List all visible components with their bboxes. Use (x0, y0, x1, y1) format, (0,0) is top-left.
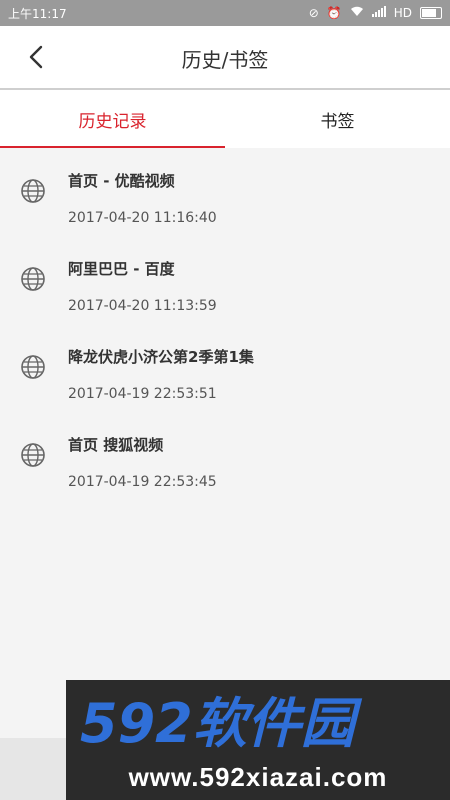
alarm-icon: ⏰ (326, 5, 342, 20)
globe-icon (21, 355, 45, 379)
history-item-time: 2017-04-19 22:53:51 (68, 386, 217, 402)
history-item-title: 降龙伏虎小济公第2季第1集 (68, 348, 254, 366)
watermark-logo-text: 592软件园 (80, 694, 363, 750)
battery-icon (420, 6, 442, 19)
status-icons: ⊘ ⏰ HD (309, 5, 442, 20)
app-bar: 历史/书签 (0, 26, 450, 90)
watermark-url: www.592xiazai.com (128, 762, 388, 792)
network-type: HD (393, 5, 412, 20)
alarm-off-icon: ⊘ (308, 5, 319, 20)
tab-bookmarks[interactable]: 书签 (225, 90, 450, 148)
wifi-icon (350, 5, 364, 20)
history-item[interactable]: 首页 搜狐视频 2017-04-19 22:53:45 (0, 412, 450, 500)
history-item-title: 阿里巴巴 - 百度 (68, 260, 175, 278)
history-item-title: 首页 - 优酷视频 (68, 172, 175, 190)
globe-icon (21, 267, 45, 291)
signal-icon (371, 5, 386, 20)
tab-history[interactable]: 历史记录 (0, 90, 225, 148)
history-item-time: 2017-04-20 11:16:40 (68, 210, 217, 226)
status-time: 上午11:17 (8, 7, 67, 21)
history-item-title: 首页 搜狐视频 (68, 436, 164, 454)
watermark-logo: 592软件园 (80, 694, 363, 750)
history-item-time: 2017-04-20 11:13:59 (68, 298, 217, 314)
page-title: 历史/书签 (181, 48, 269, 72)
history-item[interactable]: 首页 - 优酷视频 2017-04-20 11:16:40 (0, 148, 450, 236)
history-item[interactable]: 降龙伏虎小济公第2季第1集 2017-04-19 22:53:51 (0, 324, 450, 412)
status-bar: 上午11:17 ⊘ ⏰ HD (0, 0, 450, 26)
tab-bar: 历史记录 书签 (0, 90, 450, 148)
watermark-overlay: 592软件园 www.592xiazai.com (66, 680, 450, 800)
history-item[interactable]: 阿里巴巴 - 百度 2017-04-20 11:13:59 (0, 236, 450, 324)
globe-icon (21, 443, 45, 467)
history-item-time: 2017-04-19 22:53:45 (68, 474, 217, 490)
history-list: 首页 - 优酷视频 2017-04-20 11:16:40 阿里巴巴 - 百度 … (0, 148, 450, 500)
globe-icon (21, 179, 45, 203)
